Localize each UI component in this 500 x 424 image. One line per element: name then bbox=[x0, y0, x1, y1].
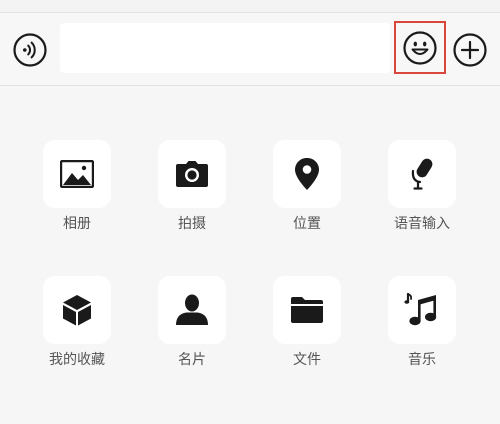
file-button[interactable] bbox=[273, 276, 341, 344]
image-icon bbox=[60, 160, 94, 188]
camera-icon bbox=[175, 160, 209, 188]
more-functions-button[interactable] bbox=[453, 33, 487, 67]
music-tile[interactable]: 音乐 bbox=[377, 276, 467, 369]
favorites-button[interactable] bbox=[43, 276, 111, 344]
more-functions-panel bbox=[0, 86, 500, 424]
contact-card-button[interactable] bbox=[158, 276, 226, 344]
voice-input-tile[interactable]: 语音输入 bbox=[377, 140, 467, 233]
album-button[interactable] bbox=[43, 140, 111, 208]
message-input[interactable] bbox=[60, 23, 390, 73]
favorites-tile[interactable]: 我的收藏 bbox=[32, 276, 122, 369]
location-tile[interactable]: 位置 bbox=[262, 140, 352, 233]
album-label: 相册 bbox=[63, 216, 91, 232]
location-button[interactable] bbox=[273, 140, 341, 208]
contact-card-tile[interactable]: 名片 bbox=[147, 276, 237, 369]
cube-icon bbox=[61, 293, 93, 327]
favorites-label: 我的收藏 bbox=[49, 352, 105, 368]
music-button[interactable] bbox=[388, 276, 456, 344]
file-label: 文件 bbox=[293, 352, 321, 368]
music-label: 音乐 bbox=[408, 352, 436, 368]
person-icon bbox=[175, 294, 209, 326]
location-pin-icon bbox=[294, 157, 320, 191]
plus-circle-icon bbox=[453, 33, 487, 67]
voice-input-label: 语音输入 bbox=[394, 216, 450, 232]
contact-card-label: 名片 bbox=[178, 352, 206, 368]
smiley-face-icon bbox=[403, 30, 437, 65]
file-tile[interactable]: 文件 bbox=[262, 276, 352, 369]
music-note-icon bbox=[404, 292, 440, 328]
album-tile[interactable]: 相册 bbox=[32, 140, 122, 233]
top-strip bbox=[0, 0, 500, 13]
camera-button[interactable] bbox=[158, 140, 226, 208]
emoji-button[interactable] bbox=[394, 21, 446, 74]
camera-label: 拍摄 bbox=[178, 216, 206, 232]
location-label: 位置 bbox=[293, 216, 321, 232]
folder-icon bbox=[290, 296, 324, 324]
camera-tile[interactable]: 拍摄 bbox=[147, 140, 237, 233]
microphone-icon bbox=[407, 157, 437, 191]
voice-input-panel-button[interactable] bbox=[388, 140, 456, 208]
voice-input-button[interactable] bbox=[13, 33, 47, 67]
voice-input-icon bbox=[13, 33, 47, 67]
